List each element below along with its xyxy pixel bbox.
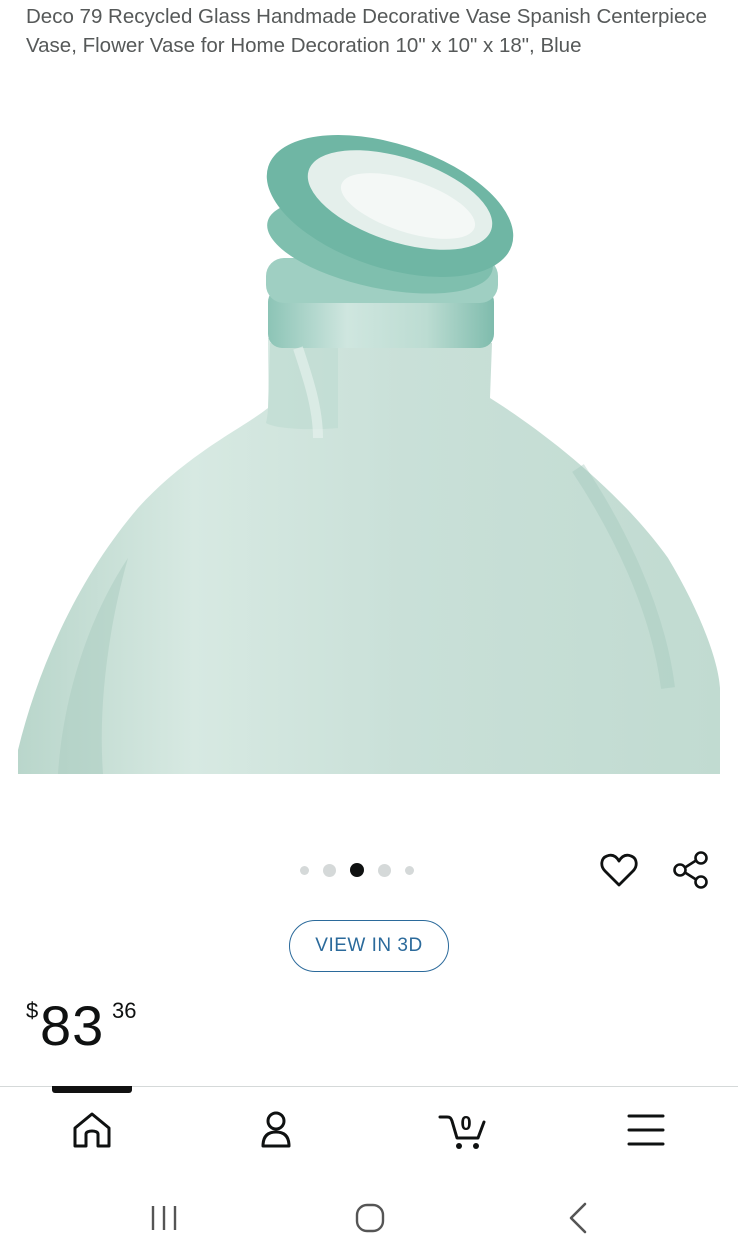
vase-illustration (18, 134, 720, 774)
recent-apps-icon[interactable] (145, 1198, 185, 1238)
product-page: Deco 79 Recycled Glass Handmade Decorati… (0, 0, 738, 1259)
active-tab-indicator (52, 1086, 132, 1093)
heart-icon[interactable] (600, 852, 638, 888)
price-fraction: 36 (112, 998, 137, 1023)
product-title[interactable]: Deco 79 Recycled Glass Handmade Decorati… (26, 2, 716, 60)
cart-icon[interactable]: 0 (438, 1108, 486, 1152)
carousel-dot[interactable] (323, 863, 336, 877)
product-image[interactable] (18, 108, 720, 774)
carousel-dot-active[interactable] (350, 863, 364, 877)
price-whole: 83 (40, 994, 105, 1057)
carousel-dot[interactable] (378, 863, 391, 877)
price-currency: $ (26, 998, 39, 1023)
carousel-dot[interactable] (405, 865, 414, 875)
carousel-dot[interactable] (300, 865, 309, 875)
home-icon[interactable] (70, 1108, 114, 1152)
cart-count: 0 (460, 1113, 471, 1135)
share-icon[interactable] (671, 850, 711, 890)
menu-icon[interactable] (624, 1108, 668, 1152)
image-carousel-indicator (300, 862, 428, 878)
home-circle-icon[interactable] (350, 1198, 390, 1238)
view-in-3d-button[interactable]: VIEW IN 3D (289, 920, 449, 972)
back-icon[interactable] (560, 1198, 600, 1238)
account-icon[interactable] (254, 1108, 298, 1152)
